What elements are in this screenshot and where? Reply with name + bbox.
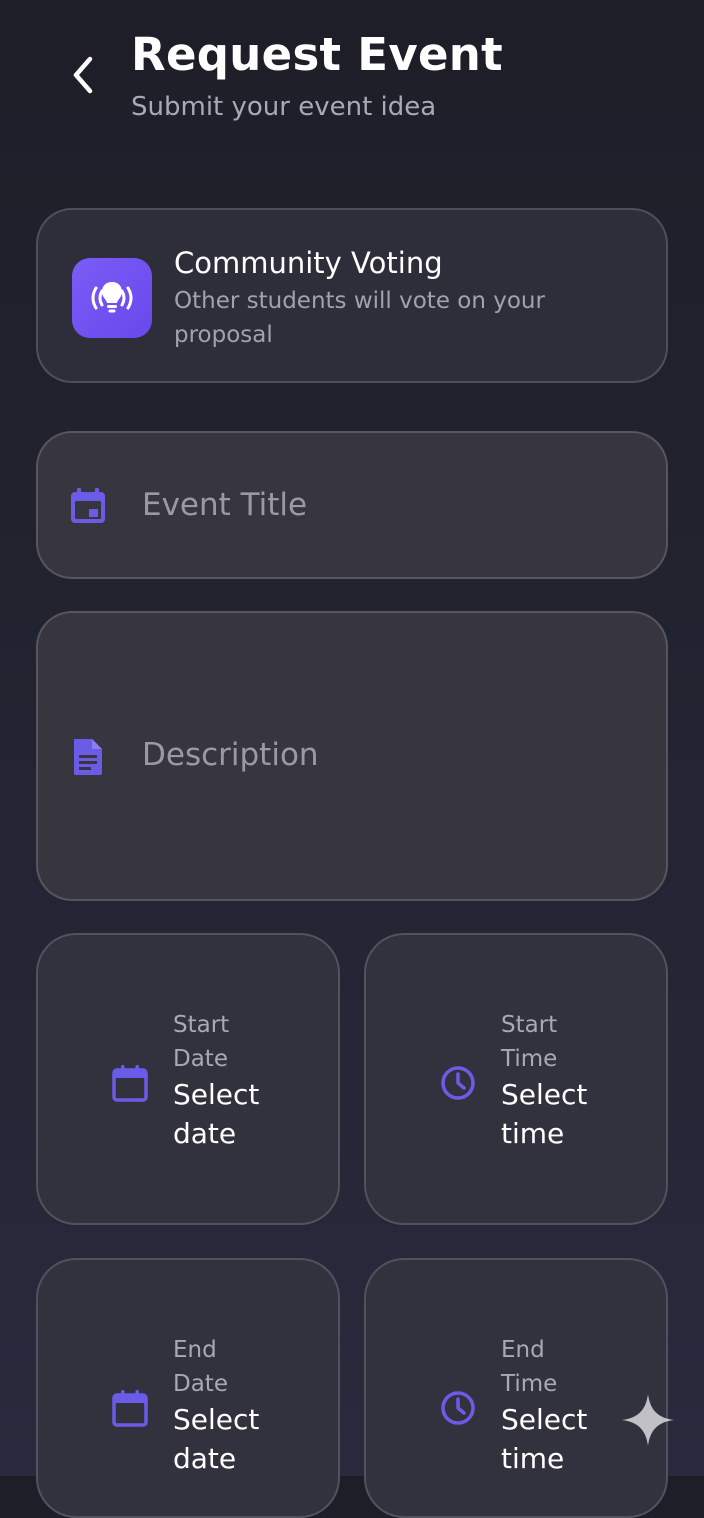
description-placeholder: Description <box>142 737 319 773</box>
start-date-label: Start Date <box>173 1012 230 1072</box>
lightbulb-broadcast-icon <box>72 258 152 338</box>
back-button[interactable] <box>58 50 108 100</box>
community-voting-card: Community Voting Other students will vot… <box>36 208 668 383</box>
event-calendar-icon <box>68 486 108 526</box>
chevron-left-icon <box>73 56 93 94</box>
document-icon <box>68 737 108 777</box>
start-date-value: Select date <box>173 1078 260 1150</box>
end-time-label: End Time <box>501 1337 558 1397</box>
sparkle-icon <box>620 1392 676 1448</box>
start-date-picker[interactable]: Start Date Select date <box>36 933 340 1225</box>
end-date-value: Select date <box>173 1403 260 1475</box>
end-date-label: End Date <box>173 1337 228 1397</box>
start-time-picker[interactable]: Start Time Select time <box>364 933 668 1225</box>
voting-title: Community Voting <box>174 246 443 280</box>
voting-description: Other students will vote on your proposa… <box>174 288 545 348</box>
end-time-picker[interactable]: End Time Select time <box>364 1258 668 1518</box>
page-title: Request Event <box>131 28 503 81</box>
start-time-value: Select time <box>501 1078 588 1150</box>
clock-icon <box>438 1388 478 1428</box>
description-input[interactable]: Description <box>36 611 668 901</box>
start-time-label: Start Time <box>501 1012 558 1072</box>
event-title-placeholder: Event Title <box>142 487 308 523</box>
calendar-icon <box>110 1063 150 1103</box>
end-time-value: Select time <box>501 1403 588 1475</box>
end-date-picker[interactable]: End Date Select date <box>36 1258 340 1518</box>
event-title-input[interactable]: Event Title <box>36 431 668 579</box>
calendar-icon <box>110 1388 150 1428</box>
page-subtitle: Submit your event idea <box>131 92 437 122</box>
clock-icon <box>438 1063 478 1103</box>
